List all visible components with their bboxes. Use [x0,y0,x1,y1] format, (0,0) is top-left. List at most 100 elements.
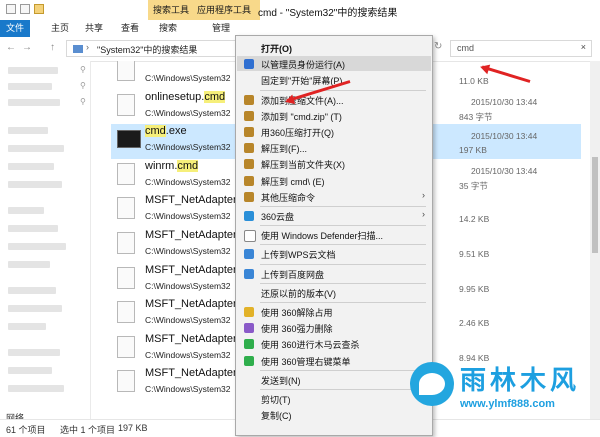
menu-item[interactable]: 上传到百度网盘 [237,266,431,281]
search-highlight: cmd [177,159,199,172]
menu-item[interactable]: 以管理员身份运行(A) [237,56,431,72]
menu-item-label: 其他压缩命令 [261,192,316,203]
unlock-icon [244,307,254,317]
nav-item[interactable] [8,367,52,374]
menu-item[interactable]: 使用 360进行木马云查杀 [237,336,431,351]
menu-item-label: 添加到 "cmd.zip" (T) [261,111,342,122]
folder-icon[interactable] [34,4,44,14]
tab-manage[interactable]: 管理 [205,20,237,37]
file-path: C:\Windows\System32 [145,246,231,256]
archive-icon [244,143,254,154]
document-icon [117,266,135,289]
menu-item-label: 使用 360管理右键菜单 [261,356,351,367]
menu-item-label: 使用 360强力删除 [261,324,333,335]
context-menu: 打开(O) 以管理员身份运行(A) 固定到"开始"屏幕(P) 添加到压缩文件(A)..… [235,35,433,436]
breadcrumb: "System32"中的搜索结果 [97,45,198,55]
close-icon[interactable]: × [581,42,586,52]
nav-item[interactable] [8,83,52,90]
nav-item[interactable] [8,287,56,294]
document-icon [117,370,135,393]
nav-item[interactable] [8,261,50,268]
menu-item[interactable]: 复制(C) [237,407,431,422]
file-size: 197 KB [459,145,487,156]
nav-item[interactable] [8,225,58,232]
menu-item[interactable]: 使用 360解除占用 [237,304,431,319]
menu-item-label: 还原以前的版本(V) [261,288,336,299]
menu-item[interactable]: 发送到(N)› [237,372,431,387]
menu-item-label: 解压到(F)... [261,144,307,155]
menu-item[interactable]: 360云盘 › [237,208,431,223]
file-name: winrm.cmd [145,159,199,172]
file-size: 35 字节 [459,180,488,191]
file-name: MSFT_NetAdapter [145,229,237,241]
menu-item[interactable]: 使用 Windows Defender扫描... [237,227,431,243]
menu-separator [260,369,426,371]
nav-item[interactable] [8,99,60,106]
menu-item[interactable]: 使用 360强力删除 [237,320,431,335]
menu-item[interactable]: 打开(O) [237,40,431,55]
nav-item[interactable] [8,207,44,214]
nav-item[interactable] [8,127,48,134]
file-size: 14.2 KB [459,214,490,225]
menu-item[interactable]: 其他压缩命令 › [237,189,431,204]
cloud-icon [244,211,254,221]
file-path: C:\Windows\System32 [145,142,231,153]
menu-item[interactable]: 上传到WPS云文档 [237,246,431,261]
menu-item[interactable]: 解压到 cmd\ (E) [237,173,431,188]
scrollbar-thumb[interactable] [592,157,598,253]
search-tools-header: 搜索工具 [148,0,198,20]
menu-item[interactable]: 添加到压缩文件(A)... [237,92,431,107]
menu-separator [260,282,426,284]
search-highlight: cmd [204,90,226,103]
vertical-scrollbar[interactable] [590,61,600,419]
file-path: C:\Windows\System32 [145,176,231,187]
menu-item[interactable]: 还原以前的版本(V) [237,285,431,300]
shield-360-icon [244,339,254,350]
search-input[interactable]: cmd × [450,40,592,57]
back-button[interactable]: ← [6,42,16,53]
tab-search[interactable]: 搜索 [152,20,184,37]
menu-item[interactable]: 使用 360管理右键菜单 [237,353,431,368]
archive-icon [244,191,254,202]
menu-item[interactable]: 解压到当前文件夹(X) [237,156,431,171]
nav-item[interactable] [8,305,62,312]
item-count: 61 个项目 [6,425,46,435]
menu-separator [260,389,426,390]
tab-view[interactable]: 查看 [114,20,146,37]
nav-item[interactable] [8,323,46,330]
nav-item[interactable] [8,243,66,250]
file-path: C:\Windows\System32 [145,211,231,222]
nav-item[interactable] [8,163,54,170]
menu-item[interactable]: 解压到(F)... [237,140,431,155]
nav-item[interactable] [8,181,62,188]
refresh-icon[interactable]: ↻ [434,41,442,52]
file-size: 843 字节 [459,111,493,122]
archive-icon [244,94,254,105]
menu-item[interactable]: 剪切(T) [237,391,431,406]
menu-item[interactable]: 用360压缩打开(Q) [237,124,431,139]
file-size: 2.46 KB [459,318,490,329]
console-icon [117,130,141,149]
menu-item[interactable]: 添加到 "cmd.zip" (T) [237,108,431,123]
menu-item-label: 上传到WPS云文档 [261,250,336,261]
menu-separator [260,244,426,246]
tab-file[interactable]: 文件 [0,20,30,37]
nav-item[interactable] [8,349,60,356]
file-date: 2015/10/30 13:44 [471,165,538,176]
document-icon [117,301,135,324]
nav-item[interactable] [8,385,64,392]
up-button[interactable]: ↑ [50,42,55,53]
forward-button[interactable]: → [22,42,32,53]
tab-home[interactable]: 主页 [44,20,76,37]
script-icon [117,162,135,185]
menu-separator [260,302,426,303]
defender-icon [244,230,256,243]
nav-item[interactable] [8,145,64,152]
tab-share[interactable]: 共享 [78,20,110,37]
archive-icon [244,159,254,170]
properties-icon[interactable] [20,4,30,14]
save-icon[interactable] [6,4,16,14]
nav-item[interactable] [8,67,58,74]
menu-item-label: 打开(O) [261,44,292,54]
file-name: MSFT_NetAdapter [145,263,237,276]
